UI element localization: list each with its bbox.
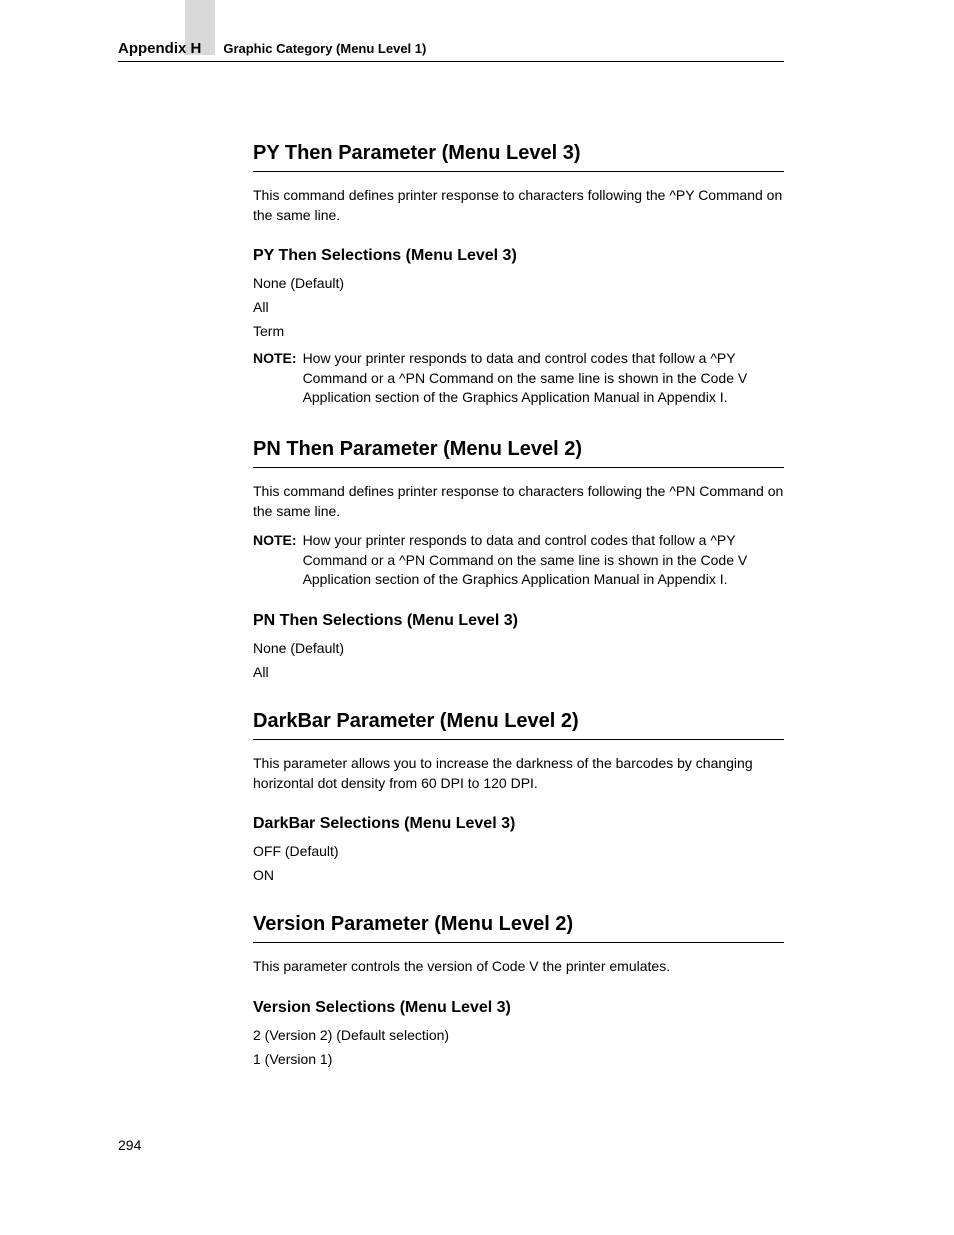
list-item: None (Default) — [253, 640, 784, 656]
list-item: 1 (Version 1) — [253, 1051, 784, 1067]
version-desc: This parameter controls the version of C… — [253, 957, 784, 977]
note-label: NOTE: — [253, 349, 297, 408]
list-item: All — [253, 299, 784, 315]
list-item: ON — [253, 867, 784, 883]
list-item: All — [253, 664, 784, 680]
page-number: 294 — [118, 1137, 784, 1153]
py-then-subheading: PY Then Selections (Menu Level 3) — [253, 247, 784, 265]
header-title: Graphic Category (Menu Level 1) — [223, 41, 426, 56]
pn-then-desc: This command defines printer response to… — [253, 482, 784, 521]
appendix-label: Appendix H — [118, 40, 201, 57]
list-item: OFF (Default) — [253, 843, 784, 859]
version-heading: Version Parameter (Menu Level 2) — [253, 913, 784, 943]
version-subheading: Version Selections (Menu Level 3) — [253, 999, 784, 1017]
pn-then-subheading: PN Then Selections (Menu Level 3) — [253, 612, 784, 630]
darkbar-desc: This parameter allows you to increase th… — [253, 754, 784, 793]
list-item: 2 (Version 2) (Default selection) — [253, 1027, 784, 1043]
pn-then-note: NOTE: How your printer responds to data … — [253, 531, 784, 590]
content-area: PY Then Parameter (Menu Level 3) This co… — [253, 142, 784, 1067]
darkbar-subheading: DarkBar Selections (Menu Level 3) — [253, 815, 784, 833]
py-then-desc: This command defines printer response to… — [253, 186, 784, 225]
list-item: None (Default) — [253, 275, 784, 291]
darkbar-heading: DarkBar Parameter (Menu Level 2) — [253, 710, 784, 740]
list-item: Term — [253, 323, 784, 339]
py-then-note: NOTE: How your printer responds to data … — [253, 349, 784, 408]
running-header: Appendix H Graphic Category (Menu Level … — [118, 40, 784, 62]
note-text: How your printer responds to data and co… — [303, 531, 784, 590]
pn-then-heading: PN Then Parameter (Menu Level 2) — [253, 438, 784, 468]
note-text: How your printer responds to data and co… — [303, 349, 784, 408]
page: Appendix H Graphic Category (Menu Level … — [0, 0, 954, 1213]
py-then-heading: PY Then Parameter (Menu Level 3) — [253, 142, 784, 172]
note-label: NOTE: — [253, 531, 297, 590]
